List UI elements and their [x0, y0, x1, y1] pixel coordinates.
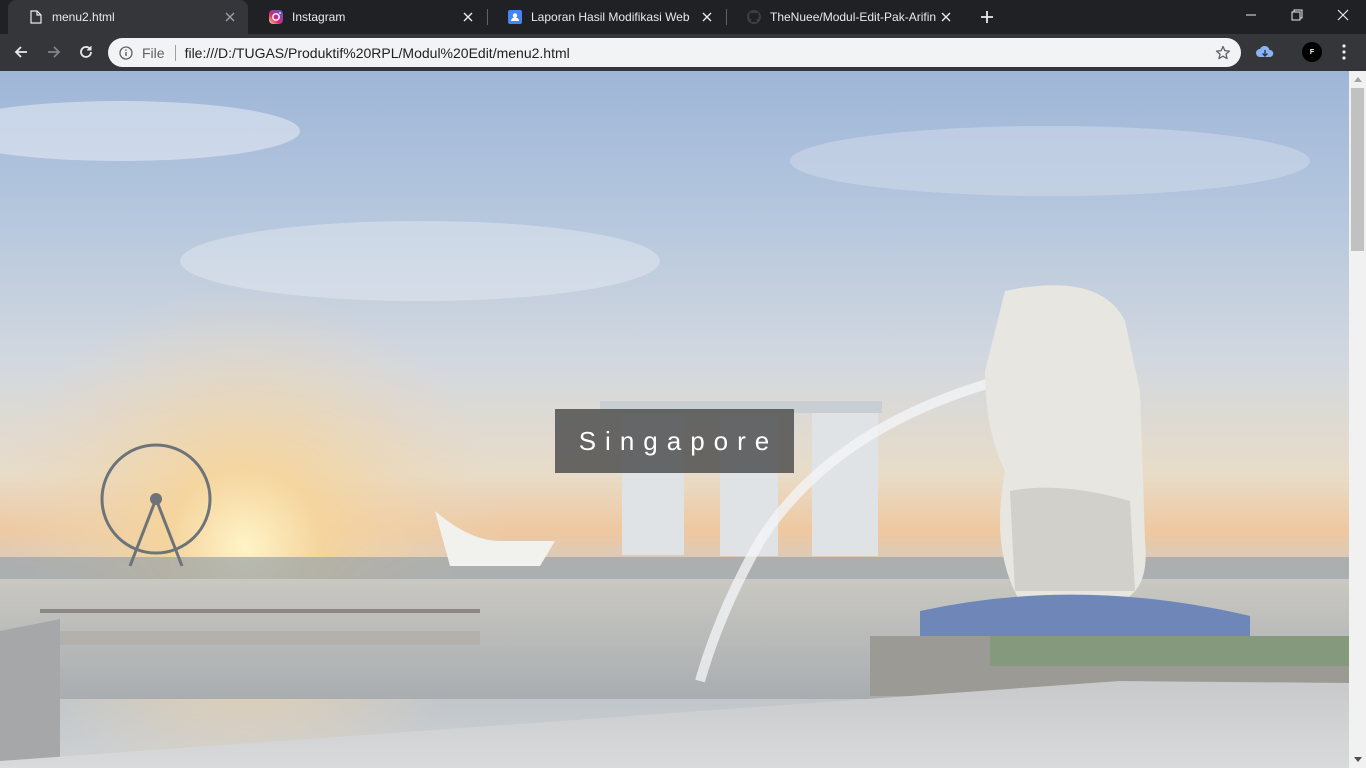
close-window-button[interactable]	[1320, 0, 1366, 30]
instagram-icon	[268, 9, 284, 25]
close-icon[interactable]	[938, 9, 954, 25]
tab-strip: menu2.html Instagram Laporan Hasil Modif…	[0, 0, 1366, 34]
caption-text: Singapore	[578, 425, 779, 456]
google-sites-icon	[507, 9, 523, 25]
bookmark-star-icon[interactable]	[1213, 43, 1233, 63]
tab-laporan[interactable]: Laporan Hasil Modifikasi Web	[487, 0, 725, 34]
new-tab-button[interactable]	[976, 6, 998, 28]
tab-instagram[interactable]: Instagram	[248, 0, 486, 34]
plus-icon	[981, 11, 993, 23]
page-viewport: Singapore	[0, 71, 1349, 768]
close-icon[interactable]	[222, 9, 238, 25]
menu-button[interactable]	[1332, 40, 1356, 64]
github-icon	[746, 9, 762, 25]
scroll-down-arrow-icon[interactable]	[1349, 751, 1366, 768]
scroll-up-arrow-icon[interactable]	[1349, 71, 1366, 88]
reload-icon	[80, 46, 92, 58]
arrow-left-icon	[14, 46, 27, 58]
omnibox-divider	[174, 44, 176, 61]
address-bar[interactable]: File file:///D:/TUGAS/Produktif%20RPL/Mo…	[108, 38, 1241, 67]
caption-box: Singapore	[555, 409, 794, 473]
tab-menu2[interactable]: menu2.html	[8, 0, 248, 34]
close-icon[interactable]	[699, 9, 715, 25]
browser-toolbar: File file:///D:/TUGAS/Produktif%20RPL/Mo…	[0, 34, 1366, 71]
scrollbar-thumb[interactable]	[1351, 88, 1364, 251]
tab-title: Laporan Hasil Modifikasi Web	[531, 10, 690, 24]
restore-button[interactable]	[1274, 0, 1320, 30]
reload-button[interactable]	[72, 38, 100, 66]
tab-title: Instagram	[292, 10, 346, 24]
tab-title: TheNuee/Modul-Edit-Pak-Arifin	[770, 10, 937, 24]
info-icon[interactable]	[118, 45, 134, 61]
cloud-extension-icon[interactable]	[1253, 40, 1277, 64]
site-scheme-label[interactable]: File	[142, 45, 165, 61]
close-icon	[1337, 9, 1349, 21]
close-icon[interactable]	[460, 9, 476, 25]
profile-initial: F	[1309, 48, 1315, 56]
minimize-icon	[1246, 14, 1256, 16]
forward-button[interactable]	[40, 38, 68, 66]
url-text[interactable]: file:///D:/TUGAS/Produktif%20RPL/Modul%2…	[185, 45, 1213, 61]
tab-github[interactable]: TheNuee/Modul-Edit-Pak-Arifin	[726, 0, 964, 34]
profile-avatar[interactable]: F	[1300, 40, 1324, 64]
file-icon	[28, 9, 44, 25]
vertical-scrollbar[interactable]	[1349, 71, 1366, 768]
minimize-button[interactable]	[1228, 0, 1274, 30]
restore-icon	[1291, 9, 1303, 21]
back-button[interactable]	[7, 38, 35, 66]
tab-title: menu2.html	[52, 10, 115, 24]
arrow-right-icon	[48, 46, 61, 58]
more-vert-icon	[1342, 44, 1346, 60]
